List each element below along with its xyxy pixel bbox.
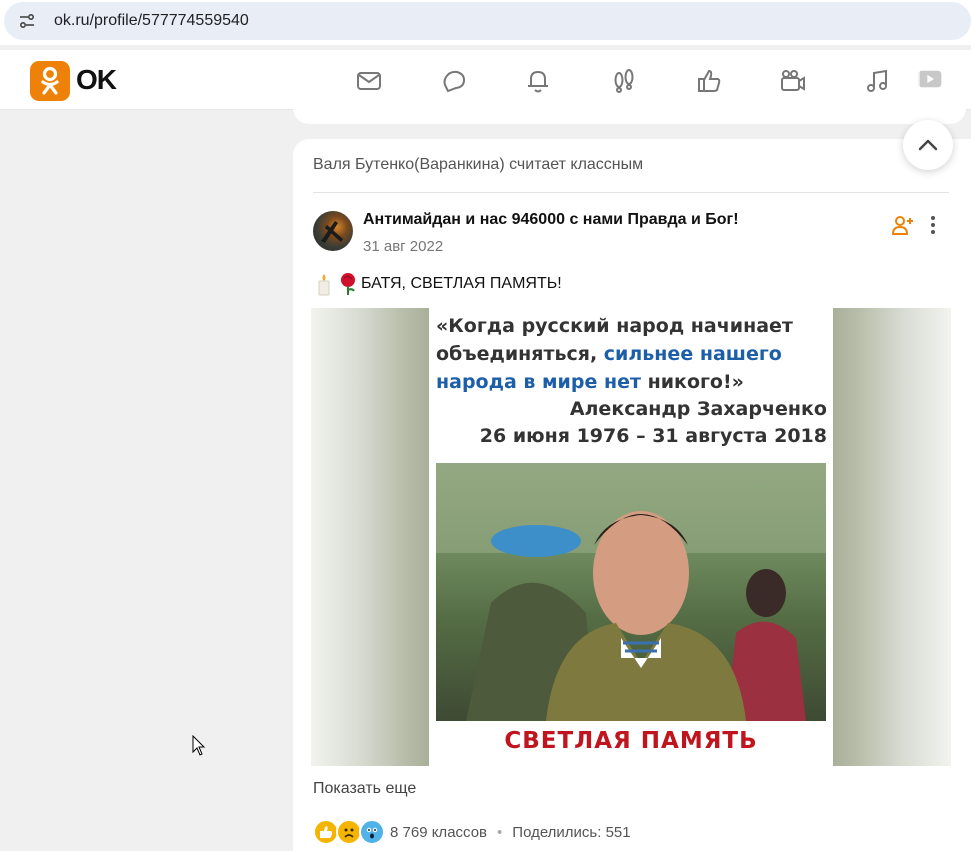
likes-count[interactable]: 8 769 классов	[390, 824, 487, 841]
candle-icon	[313, 272, 335, 296]
notifications-icon[interactable]	[523, 66, 553, 96]
ok-logo-icon[interactable]	[30, 61, 70, 101]
separator-dot: •	[497, 823, 503, 841]
group-avatar[interactable]	[313, 211, 353, 251]
join-group-icon[interactable]	[891, 213, 915, 237]
chevron-up-icon	[918, 139, 938, 151]
reactions-bar: 8 769 классов • Поделились: 551	[313, 819, 631, 845]
guests-icon[interactable]	[609, 66, 639, 96]
shares-count[interactable]: Поделились: 551	[512, 824, 630, 841]
post-image[interactable]: «Когда русский народ начинает объединять…	[311, 308, 951, 766]
messages-icon[interactable]	[354, 66, 384, 96]
memorial-poster: «Когда русский народ начинает объединять…	[429, 308, 833, 766]
divider	[313, 192, 949, 193]
author-dates: 26 июня 1976 – 31 августа 2018	[479, 425, 827, 447]
portrait-photo	[436, 463, 826, 721]
shock-icon	[359, 819, 385, 845]
post-text-content: БАТЯ, СВЕТЛАЯ ПАМЯТЬ!	[361, 275, 562, 292]
image-blur-right	[833, 308, 951, 766]
show-more-link[interactable]: Показать еще	[313, 780, 416, 798]
rose-icon	[337, 272, 359, 296]
logo-text[interactable]: OK	[76, 64, 117, 96]
mouse-cursor-icon	[192, 734, 206, 757]
scroll-to-top-button[interactable]	[903, 120, 953, 170]
video-calls-icon[interactable]	[778, 66, 808, 96]
poster-quote: «Когда русский народ начинает объединять…	[436, 315, 793, 393]
more-options-icon[interactable]	[923, 213, 943, 237]
feed-post-card: Валя Бутенко(Варанкина) считает классным…	[293, 139, 971, 851]
omnibox[interactable]: ok.ru/profile/577774559540	[4, 2, 971, 40]
music-icon[interactable]	[863, 66, 893, 96]
image-blur-left	[311, 308, 429, 766]
browser-address-bar: ok.ru/profile/577774559540	[0, 0, 971, 45]
url-text[interactable]: ok.ru/profile/577774559540	[54, 12, 249, 30]
previous-post-card	[293, 96, 966, 124]
poster-caption: СВЕТЛАЯ ПАМЯТЬ	[504, 728, 758, 754]
post-date[interactable]: 31 авг 2022	[363, 238, 443, 255]
liked-by-text[interactable]: Валя Бутенко(Варанкина) считает классным	[313, 156, 643, 174]
reaction-icons[interactable]	[313, 819, 385, 845]
poster-author: Александр Захарченко 26 июня 1976 – 31 а…	[480, 396, 827, 450]
author-name: Александр Захарченко	[569, 398, 827, 420]
video-icon[interactable]	[912, 64, 946, 94]
discussions-icon[interactable]	[439, 66, 469, 96]
marks-icon[interactable]	[694, 66, 724, 96]
group-name-link[interactable]: Антимайдан и нас 946000 с нами Правда и …	[363, 211, 739, 229]
tune-icon[interactable]	[12, 6, 42, 36]
post-text: БАТЯ, СВЕТЛАЯ ПАМЯТЬ!	[313, 272, 562, 296]
